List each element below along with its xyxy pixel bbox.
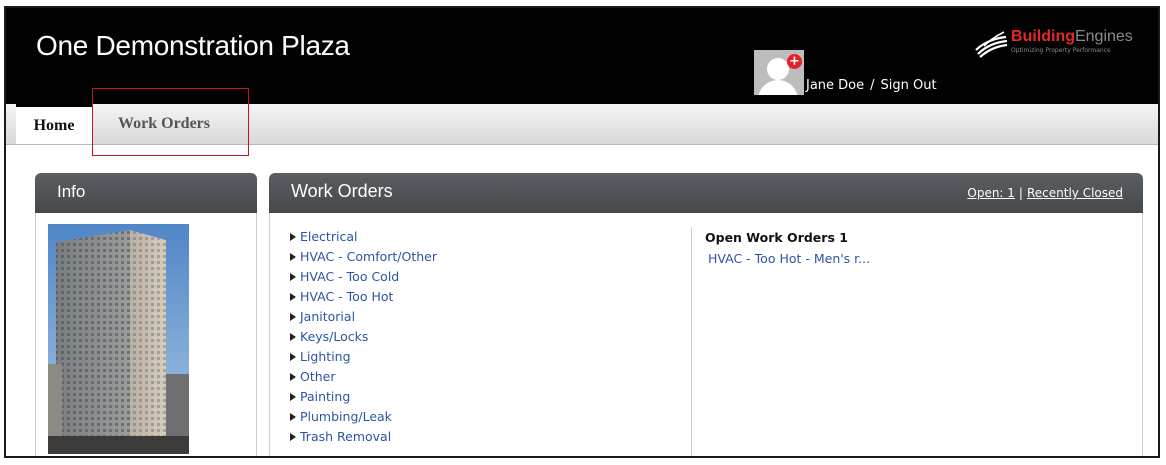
logo-tagline: Optimizing Property Performance (1011, 47, 1111, 54)
work-orders-panel-title: Work Orders (291, 181, 393, 201)
category-lighting[interactable]: Lighting (290, 347, 437, 367)
avatar-head-shape (767, 58, 789, 80)
building-photo (48, 224, 189, 454)
building-photo-image (48, 224, 189, 454)
work-orders-panel-header: Work Orders Open: 1 | Recently Closed (269, 173, 1143, 213)
work-orders-panel-body: Electrical HVAC - Comfort/Other HVAC - T… (269, 213, 1143, 456)
category-label: Painting (300, 389, 351, 404)
expand-arrow-icon (290, 253, 296, 261)
category-keys-locks[interactable]: Keys/Locks (290, 327, 437, 347)
category-hvac-too-hot[interactable]: HVAC - Too Hot (290, 287, 437, 307)
category-janitorial[interactable]: Janitorial (290, 307, 437, 327)
work-orders-filter-links: Open: 1 | Recently Closed (967, 186, 1123, 200)
avatar[interactable]: + (754, 50, 804, 95)
app-frame: One Demonstration Plaza + Jane Doe / Sign … (4, 6, 1160, 458)
tab-home[interactable]: Home (16, 104, 92, 144)
expand-arrow-icon (290, 293, 296, 301)
column-divider (691, 227, 692, 456)
expand-arrow-icon (290, 233, 296, 241)
expand-arrow-icon (290, 333, 296, 341)
expand-arrow-icon (290, 433, 296, 441)
category-hvac-too-cold[interactable]: HVAC - Too Cold (290, 267, 437, 287)
category-label: Plumbing/Leak (300, 409, 392, 424)
tab-work-orders[interactable]: Work Orders (118, 104, 210, 144)
category-label: Electrical (300, 229, 358, 244)
filter-link-separator: | (1018, 186, 1023, 200)
category-plumbing-leak[interactable]: Plumbing/Leak (290, 407, 437, 427)
category-label: Other (300, 369, 336, 384)
expand-arrow-icon (290, 313, 296, 321)
site-header: One Demonstration Plaza + Jane Doe / Sign … (6, 8, 1158, 104)
recently-closed-link[interactable]: Recently Closed (1027, 186, 1123, 200)
category-trash-removal[interactable]: Trash Removal (290, 427, 437, 447)
add-photo-icon[interactable]: + (787, 54, 802, 69)
expand-arrow-icon (290, 273, 296, 281)
expand-arrow-icon (290, 393, 296, 401)
category-other[interactable]: Other (290, 367, 437, 387)
category-label: HVAC - Comfort/Other (300, 249, 438, 264)
category-painting[interactable]: Painting (290, 387, 437, 407)
logo-brand: BuildingEngines (1011, 28, 1133, 46)
open-work-orders-title: Open Work Orders 1 (705, 230, 848, 245)
site-title: One Demonstration Plaza (36, 30, 350, 61)
category-label: Lighting (300, 349, 351, 364)
logo-brand-bold: Building (1011, 28, 1075, 45)
category-list: Electrical HVAC - Comfort/Other HVAC - T… (290, 227, 437, 447)
info-panel-body (35, 213, 257, 456)
expand-arrow-icon (290, 353, 296, 361)
logo-brand-light: Engines (1074, 28, 1133, 45)
expand-arrow-icon (290, 373, 296, 381)
category-label: Janitorial (300, 309, 356, 324)
category-label: HVAC - Too Cold (300, 269, 400, 284)
info-panel-title: Info (57, 182, 86, 201)
expand-arrow-icon (290, 413, 296, 421)
user-bar-separator: / (870, 78, 875, 93)
open-work-order-item[interactable]: HVAC - Too Hot - Men's r... (708, 251, 870, 266)
main-nav: Home Work Orders (6, 104, 1158, 145)
avatar-body-shape (758, 80, 798, 95)
open-count-link[interactable]: Open: 1 (967, 186, 1015, 200)
info-panel-header: Info (35, 173, 257, 213)
category-hvac-comfort-other[interactable]: HVAC - Comfort/Other (290, 247, 437, 267)
user-name[interactable]: Jane Doe (806, 78, 864, 93)
sign-out-link[interactable]: Sign Out (881, 78, 937, 93)
user-bar: Jane Doe / Sign Out (806, 78, 937, 93)
logo-swoosh-icon (975, 31, 1008, 58)
category-label: Trash Removal (300, 429, 392, 444)
category-electrical[interactable]: Electrical (290, 227, 437, 247)
category-label: Keys/Locks (300, 329, 369, 344)
category-label: HVAC - Too Hot (300, 289, 394, 304)
